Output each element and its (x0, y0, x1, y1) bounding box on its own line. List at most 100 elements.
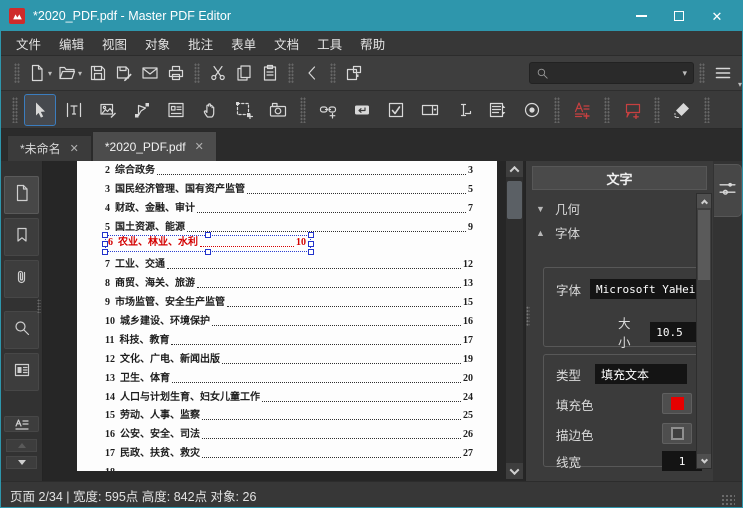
new-document-button[interactable]: ▾ (25, 59, 55, 87)
cut-button[interactable] (205, 59, 231, 87)
edit-forms-button[interactable] (160, 94, 192, 126)
maximize-button[interactable] (660, 3, 698, 29)
selection-handle[interactable] (308, 240, 314, 247)
email-button[interactable] (137, 59, 163, 87)
toolbar-grip[interactable] (194, 63, 201, 83)
stroke-color-swatch[interactable] (662, 423, 692, 444)
menu-tools[interactable]: 工具 (308, 30, 351, 57)
selection-handle[interactable] (308, 232, 314, 239)
tab-close-icon[interactable]: ✕ (70, 142, 79, 155)
scroll-down-button[interactable] (506, 463, 523, 479)
menu-edit[interactable]: 编辑 (50, 30, 93, 57)
text-field-button[interactable] (448, 94, 480, 126)
edit-path-button[interactable] (126, 94, 158, 126)
tab-untitled[interactable]: *未命名 ✕ (7, 135, 92, 161)
hand-button[interactable] (194, 94, 226, 126)
link-button[interactable] (312, 94, 344, 126)
search-dropdown-arrow-icon[interactable]: ▾ (682, 68, 687, 79)
selection-handle[interactable] (102, 249, 108, 256)
toc-row[interactable]: 12 文化、广电、新闻出版 19 (105, 347, 473, 366)
select-region-button[interactable] (228, 94, 260, 126)
tab-close-icon[interactable]: ✕ (195, 140, 204, 153)
selection-handle[interactable] (205, 249, 211, 256)
window-mode-button[interactable] (341, 59, 367, 87)
select-button[interactable] (24, 93, 56, 126)
open-file-button[interactable]: ▾ (55, 59, 85, 87)
tab-2020-pdf[interactable]: *2020_PDF.pdf ✕ (91, 131, 217, 161)
toolbar-grip[interactable] (12, 96, 18, 123)
font-name-field[interactable]: Microsoft YaHei (590, 279, 704, 299)
paste-button[interactable] (257, 59, 283, 87)
sidebar-scroll-up-button[interactable] (6, 439, 37, 452)
toc-row[interactable]: 14 人口与计划生育、妇女儿童工作 24 (105, 385, 473, 404)
toolbar-grip[interactable] (704, 96, 710, 123)
sidebar-signatures-button[interactable] (4, 416, 39, 432)
menu-object[interactable]: 对象 (136, 30, 179, 57)
toolbar-grip[interactable] (699, 63, 705, 83)
section-geometry[interactable]: ▼ 几何 (536, 199, 580, 218)
panel-scroll-down-button[interactable] (697, 454, 711, 468)
panel-scrollbar-thumb[interactable] (698, 210, 710, 280)
vertical-scrollbar[interactable] (506, 161, 523, 479)
toolbar-grip[interactable] (654, 96, 660, 123)
print-button[interactable] (163, 59, 189, 87)
toc-row[interactable]: 11 科技、教育 17 (105, 328, 473, 347)
toc-row[interactable]: 8 商贸、海关、旅游 13 (105, 271, 473, 290)
menu-view[interactable]: 视图 (93, 30, 136, 57)
toolbar-grip[interactable] (604, 96, 610, 123)
close-button[interactable]: ✕ (698, 3, 736, 29)
edit-image-button[interactable] (92, 94, 124, 126)
selection-handle[interactable] (205, 232, 211, 239)
copy-button[interactable] (231, 59, 257, 87)
toc-row[interactable]: 7 工业、交通 12 (105, 252, 473, 271)
toolbar-grip[interactable] (300, 96, 306, 123)
toolbar-grip[interactable] (554, 96, 560, 123)
save-button[interactable] (85, 59, 111, 87)
toc-row[interactable]: 16 公安、安全、司法 26 (105, 422, 473, 441)
sidebar-form-fields-button[interactable] (4, 353, 39, 391)
search-input[interactable] (549, 67, 681, 79)
sidebar-grip[interactable] (37, 299, 41, 313)
window-resize-grip[interactable] (721, 494, 735, 507)
sidebar-bookmarks-button[interactable] (4, 218, 39, 256)
selection-handle[interactable] (308, 249, 314, 256)
combo-box-button[interactable] (414, 94, 446, 126)
type-dropdown[interactable]: 填充文本 (595, 364, 688, 384)
back-button[interactable] (299, 59, 325, 87)
sidebar-search-button[interactable] (4, 311, 39, 349)
toc-row[interactable]: 9 市场监管、安全生产监管 15 (105, 290, 473, 309)
selection-handle[interactable] (102, 232, 108, 239)
panel-scrollbar[interactable] (696, 193, 712, 469)
overflow-menu-button[interactable]: ▾ (710, 59, 742, 89)
eraser-button[interactable] (666, 94, 698, 126)
save-as-button[interactable] (111, 59, 137, 87)
toc-row[interactable]: 13 卫生、体育 20 (105, 366, 473, 385)
edit-text-button[interactable] (58, 94, 90, 126)
toolbar-grip[interactable] (288, 63, 295, 83)
toc-row-selected[interactable]: 6 农业、林业、水利 10 (102, 232, 473, 256)
scroll-up-button[interactable] (506, 161, 523, 177)
push-button-button[interactable] (346, 94, 378, 126)
search-box[interactable]: ▾ (529, 62, 694, 84)
selection-handle[interactable] (102, 240, 108, 247)
toc-row[interactable]: 15 劳动、人事、监察 25 (105, 404, 473, 423)
properties-side-tab[interactable] (714, 164, 742, 217)
toolbar-grip[interactable] (14, 63, 20, 83)
minimize-button[interactable] (622, 3, 660, 29)
list-box-button[interactable] (482, 94, 514, 126)
toc-row[interactable]: 2 综合政务 3 (105, 161, 473, 177)
text-annotation-button[interactable] (566, 94, 598, 126)
snapshot-button[interactable] (262, 94, 294, 126)
radio-button-button[interactable] (516, 94, 548, 126)
sidebar-attachments-button[interactable] (4, 260, 39, 298)
toc-row[interactable]: 10 城乡建设、环境保护 16 (105, 309, 473, 328)
toolbar-grip[interactable] (330, 63, 337, 83)
sidebar-page-thumbnails-button[interactable] (4, 176, 39, 214)
toc-row[interactable]: 18 (105, 460, 473, 471)
menu-document[interactable]: 文档 (265, 30, 308, 57)
menu-comment[interactable]: 批注 (179, 30, 222, 57)
callout-button[interactable] (616, 94, 648, 126)
menu-help[interactable]: 帮助 (351, 30, 394, 57)
dropdown-arrow-icon[interactable]: ▾ (48, 69, 52, 78)
fill-color-swatch[interactable] (662, 393, 692, 414)
